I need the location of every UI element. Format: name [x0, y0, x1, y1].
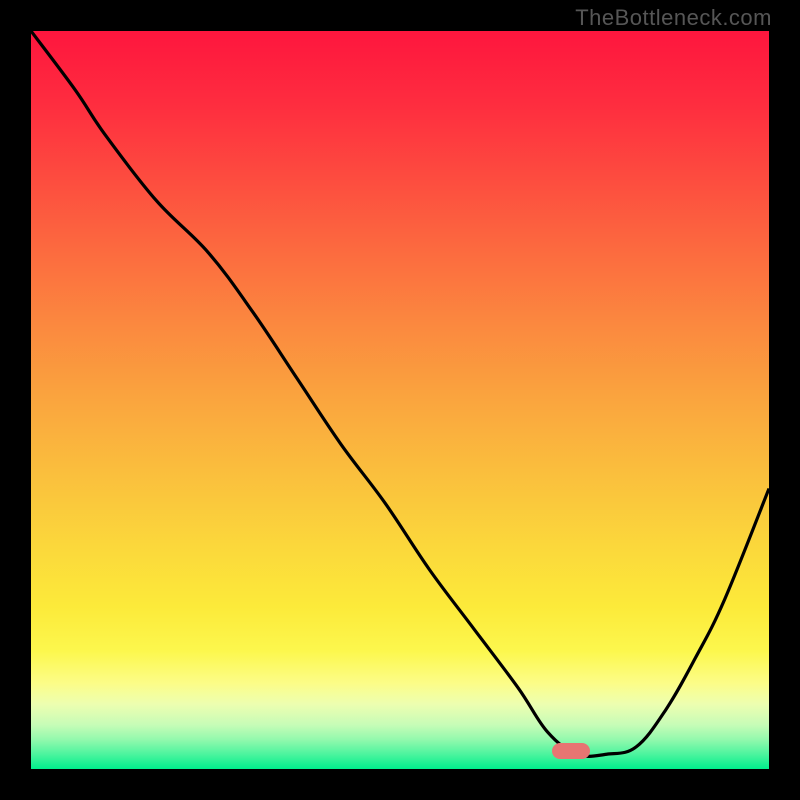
plot-area	[31, 31, 769, 769]
heat-gradient	[31, 31, 769, 769]
watermark-text: TheBottleneck.com	[575, 5, 772, 31]
optimal-marker	[552, 743, 590, 759]
chart-frame: TheBottleneck.com	[0, 0, 800, 800]
